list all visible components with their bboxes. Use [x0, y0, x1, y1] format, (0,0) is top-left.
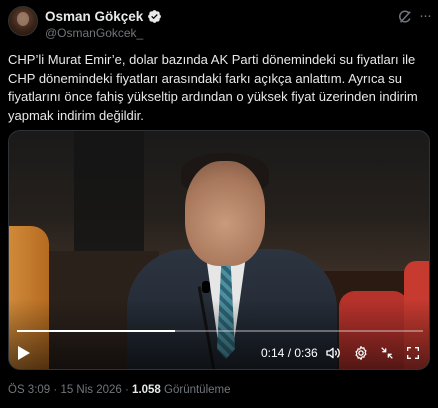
author-handle[interactable]: @OsmanGokcek_	[45, 26, 143, 40]
settings-gear-icon[interactable]	[353, 345, 369, 361]
tweet-header: Osman Gökçek @OsmanGokcek_ ···	[0, 0, 438, 44]
avatar[interactable]	[8, 6, 38, 36]
collapse-icon[interactable]	[379, 345, 395, 361]
video-frame	[9, 131, 429, 369]
meta-separator: ·	[121, 384, 133, 396]
tweet-meta: ÖS 3:09 · 15 Nis 2026 · 1.058 Görüntülem…	[8, 384, 231, 396]
video-progress-fill	[17, 330, 176, 332]
post-date[interactable]: 15 Nis 2026	[60, 384, 121, 396]
video-player[interactable]: 0:14 / 0:36	[8, 130, 430, 370]
grok-icon[interactable]	[396, 8, 414, 26]
volume-icon[interactable]	[325, 345, 341, 361]
post-time[interactable]: ÖS 3:09	[8, 384, 50, 396]
fullscreen-icon[interactable]	[405, 345, 421, 361]
verified-badge-icon	[148, 10, 162, 23]
tweet-text: CHP’li Murat Emir’e, dolar bazında AK Pa…	[8, 52, 418, 123]
author-display-name[interactable]: Osman Gökçek	[45, 9, 143, 24]
views-label: Görüntüleme	[160, 384, 231, 396]
more-icon[interactable]: ···	[419, 8, 435, 24]
meta-separator: ·	[50, 384, 61, 396]
play-icon[interactable]	[17, 345, 31, 361]
views-count: 1.058	[132, 384, 161, 396]
video-time: 0:14 / 0:36	[261, 346, 318, 360]
video-progress-bar[interactable]	[17, 330, 423, 332]
author-name-row: Osman Gökçek	[45, 9, 162, 24]
